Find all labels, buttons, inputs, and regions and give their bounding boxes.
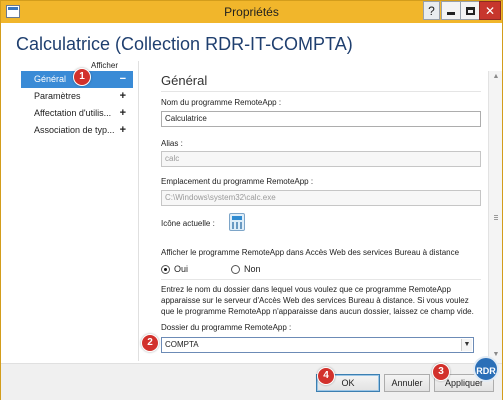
- scroll-down-icon[interactable]: ▼: [492, 351, 500, 358]
- calculator-icon: [229, 213, 245, 231]
- alias-input: calc: [161, 151, 481, 167]
- button-bar: OK Annuler Appliquer: [1, 364, 502, 400]
- sidebar-item-label: Association de typ...: [34, 125, 115, 135]
- folder-description: Entrez le nom du dossier dans lequel vou…: [161, 285, 474, 316]
- expand-icon[interactable]: +: [120, 105, 126, 122]
- close-button[interactable]: ✕: [479, 1, 501, 20]
- current-icon-label: Icône actuelle :: [161, 219, 215, 228]
- section-title: Général: [161, 73, 208, 88]
- folder-label: Dossier du programme RemoteApp :: [161, 323, 292, 332]
- program-name-input[interactable]: Calculatrice: [161, 111, 481, 127]
- alias-label: Alias :: [161, 139, 183, 148]
- scroll-up-icon[interactable]: ▲: [492, 73, 500, 80]
- expand-icon[interactable]: +: [120, 122, 126, 139]
- maximize-button[interactable]: [460, 1, 480, 20]
- title-bar[interactable]: Propriétés ? ✕: [1, 1, 502, 23]
- location-input: C:\Windows\system32\calc.exe: [161, 190, 481, 206]
- folder-value: COMPTA: [165, 340, 199, 349]
- sidebar-item-user-assignment[interactable]: Affectation d'utilis... +: [21, 105, 133, 122]
- location-label: Emplacement du programme RemoteApp :: [161, 177, 314, 186]
- sidebar-item-parameters[interactable]: Paramètres +: [21, 88, 133, 105]
- radio-yes-label: Oui: [174, 264, 189, 274]
- maximize-icon: [465, 7, 475, 15]
- cancel-button[interactable]: Annuler: [384, 374, 430, 392]
- sidebar-item-label: Général: [34, 74, 67, 84]
- sidebar-item-file-association[interactable]: Association de typ... +: [21, 122, 133, 139]
- vertical-scrollbar[interactable]: ▲ ▼: [488, 71, 502, 363]
- sidebar-item-label: Paramètres: [34, 91, 81, 101]
- help-button[interactable]: ?: [423, 1, 440, 20]
- annotation-badge-1: 1: [73, 68, 91, 86]
- collapse-icon[interactable]: −: [120, 71, 126, 88]
- radio-selected-icon: [161, 265, 170, 274]
- sidebar-item-label: Affectation d'utilis...: [34, 108, 112, 118]
- folder-combobox[interactable]: COMPTA ▼: [161, 337, 474, 353]
- program-name-label: Nom du programme RemoteApp :: [161, 98, 282, 107]
- radio-no-label: Non: [244, 264, 261, 274]
- properties-window: Propriétés ? ✕ Calculatrice (Collection …: [0, 0, 503, 400]
- radio-yes[interactable]: Oui: [161, 264, 221, 276]
- rdr-logo-watermark: RDR: [473, 356, 499, 382]
- page-title: Calculatrice (Collection RDR-IT-COMPTA): [16, 34, 353, 54]
- divider: [161, 279, 481, 280]
- annotation-badge-4: 4: [317, 367, 335, 385]
- expand-icon[interactable]: +: [120, 88, 126, 105]
- section-divider: [161, 91, 481, 92]
- show-in-web-label: Afficher le programme RemoteApp dans Acc…: [161, 248, 460, 257]
- annotation-badge-3: 3: [432, 363, 450, 381]
- chevron-down-icon[interactable]: ▼: [461, 339, 472, 351]
- radio-unselected-icon: [231, 265, 240, 274]
- pane-divider: [138, 61, 139, 361]
- minimize-button[interactable]: [441, 1, 461, 20]
- radio-no[interactable]: Non: [231, 264, 291, 276]
- annotation-badge-2: 2: [141, 334, 159, 352]
- minimize-icon: [447, 12, 455, 15]
